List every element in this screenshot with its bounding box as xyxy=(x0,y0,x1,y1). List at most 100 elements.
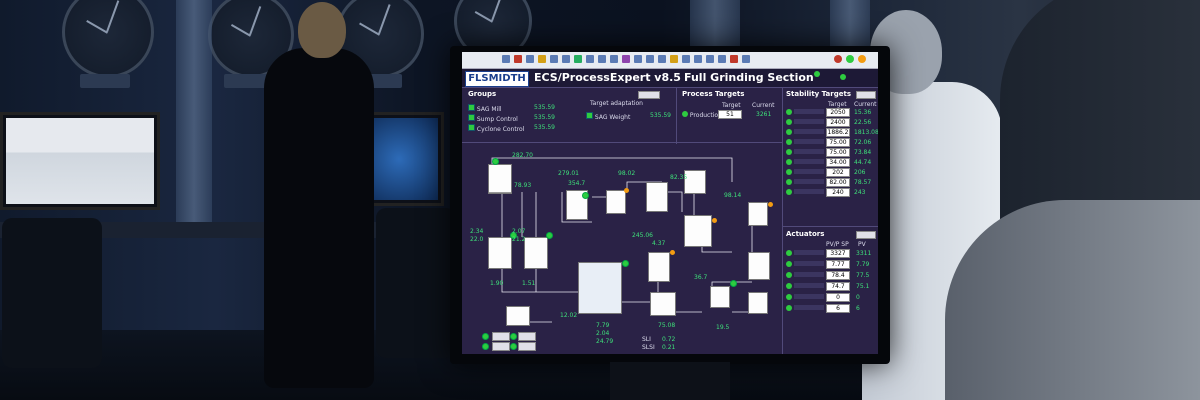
actuator-row-label[interactable] xyxy=(794,283,824,288)
stability-target-value[interactable]: 2050 xyxy=(826,108,850,117)
feeder-equipment[interactable] xyxy=(506,306,530,326)
control-button[interactable] xyxy=(518,342,536,351)
process-value: 0.72 xyxy=(662,336,676,343)
stability-current-value: 78.57 xyxy=(854,179,872,186)
process-value: 82.35 xyxy=(670,174,688,181)
pump-small-equipment[interactable] xyxy=(710,286,730,308)
actuator-sp-value[interactable]: 3327 xyxy=(826,249,850,258)
process-control-screen: FLSMIDTH ECS/ProcessExpert v8.5 Full Gri… xyxy=(462,52,878,354)
stability-target-value[interactable]: 75.00 xyxy=(826,148,850,157)
process-value: 12.02 xyxy=(560,312,578,319)
status-led-icon xyxy=(786,139,792,145)
pump-equipment[interactable] xyxy=(488,237,512,269)
hopper-equipment[interactable] xyxy=(650,292,676,316)
status-led-icon xyxy=(786,179,792,185)
stability-current-value: 243 xyxy=(854,189,866,196)
stability-target-value[interactable]: 202 xyxy=(826,168,850,177)
status-dot-icon xyxy=(546,232,553,239)
actuator-row-label[interactable] xyxy=(794,250,824,255)
process-value: 7.79 xyxy=(596,322,610,329)
pump-right-equipment[interactable] xyxy=(748,252,770,280)
process-value: 245.06 xyxy=(632,232,653,239)
actuator-pv-value: 3311 xyxy=(856,250,872,257)
actuator-row-label[interactable] xyxy=(794,272,824,277)
control-button[interactable] xyxy=(492,342,510,351)
tank-equipment[interactable] xyxy=(748,202,768,226)
actuators-options-button[interactable] xyxy=(856,231,876,239)
process-value: 2.34 xyxy=(470,228,484,235)
status-dot-icon xyxy=(482,343,489,350)
process-value: 282.70 xyxy=(512,152,533,159)
process-value: 36.7 xyxy=(694,274,708,281)
controller-toggle[interactable] xyxy=(840,74,846,82)
stability-options-button[interactable] xyxy=(856,91,876,99)
status-led-icon xyxy=(786,169,792,175)
stability-row-label[interactable] xyxy=(794,119,824,124)
status-dot-icon xyxy=(622,260,629,267)
screen-equipment[interactable] xyxy=(606,190,626,214)
actuator-sp-value[interactable]: 74.7 xyxy=(826,282,850,291)
control-button[interactable] xyxy=(492,332,510,341)
crusher-equipment[interactable] xyxy=(684,170,706,194)
sag-mill-equipment[interactable] xyxy=(488,164,512,194)
stability-row-label[interactable] xyxy=(794,109,824,114)
status-icon[interactable] xyxy=(846,55,854,63)
stability-row-label[interactable] xyxy=(794,129,824,134)
process-value: 279.01 xyxy=(558,170,579,177)
actuator-pv-value: 0 xyxy=(856,294,860,301)
col-target: Target xyxy=(828,101,847,108)
warning-icon[interactable] xyxy=(858,55,866,63)
ball-mill-equipment[interactable] xyxy=(578,262,622,314)
process-value: 354.7 xyxy=(568,180,586,187)
actuator-row-label[interactable] xyxy=(794,305,824,310)
actuator-row-label[interactable] xyxy=(794,261,824,266)
actuator-row-label[interactable] xyxy=(794,294,824,299)
stability-row-label[interactable] xyxy=(794,159,824,164)
stability-target-value[interactable]: 2400 xyxy=(826,118,850,127)
process-value: 19.5 xyxy=(716,324,730,331)
stability-row-label[interactable] xyxy=(794,179,824,184)
main-monitor: FLSMIDTH ECS/ProcessExpert v8.5 Full Gri… xyxy=(450,46,890,364)
pump-small-equipment[interactable] xyxy=(748,292,768,314)
clock-label xyxy=(80,74,130,88)
stability-target-value[interactable]: 82.00 xyxy=(826,178,850,187)
actuator-sp-value[interactable]: 0 xyxy=(826,293,850,302)
process-value: 2.07 xyxy=(512,228,526,235)
sump-pump-equipment[interactable] xyxy=(648,252,670,282)
actuator-sp-value[interactable]: 78.4 xyxy=(826,271,850,280)
wall-clock-icon xyxy=(62,0,154,78)
actuator-pv-value: 75.1 xyxy=(856,283,870,290)
cyclone-equipment[interactable] xyxy=(646,182,668,212)
alarm-icon[interactable] xyxy=(834,55,842,63)
interlock-led-icon xyxy=(814,71,820,77)
stability-current-value: 206 xyxy=(854,169,866,176)
stability-current-value: 1813.08 xyxy=(854,129,878,136)
process-value: 75.08 xyxy=(658,322,676,329)
monitor-stand xyxy=(610,362,730,400)
actuator-sp-value[interactable]: 7.77 xyxy=(826,260,850,269)
stability-target-value[interactable]: 34.00 xyxy=(826,158,850,167)
process-value: 1.51 xyxy=(522,280,536,287)
stability-target-value[interactable]: 240 xyxy=(826,188,850,197)
stability-row-label[interactable] xyxy=(794,169,824,174)
stability-target-value[interactable]: 1886.2 xyxy=(826,128,850,137)
status-dot-icon xyxy=(482,333,489,340)
stability-current-value: 15.36 xyxy=(854,109,872,116)
person-head xyxy=(298,2,346,58)
stability-row-label[interactable] xyxy=(794,189,824,194)
stability-target-value[interactable]: 75.00 xyxy=(826,138,850,147)
status-led-icon xyxy=(786,189,792,195)
status-led-icon xyxy=(786,272,792,278)
divider xyxy=(782,88,783,354)
control-room-scene: FLSMIDTH ECS/ProcessExpert v8.5 Full Gri… xyxy=(0,0,1200,400)
ball-mill-feed-equipment[interactable] xyxy=(684,215,712,247)
actuator-pv-value: 7.79 xyxy=(856,261,870,268)
status-led-icon xyxy=(786,305,792,311)
control-button[interactable] xyxy=(518,332,536,341)
stability-row-label[interactable] xyxy=(794,139,824,144)
interlock-indicator xyxy=(802,71,832,78)
stability-row-label[interactable] xyxy=(794,149,824,154)
divider xyxy=(782,226,878,227)
pump-equipment[interactable] xyxy=(524,237,548,269)
actuator-sp-value[interactable]: 6 xyxy=(826,304,850,313)
